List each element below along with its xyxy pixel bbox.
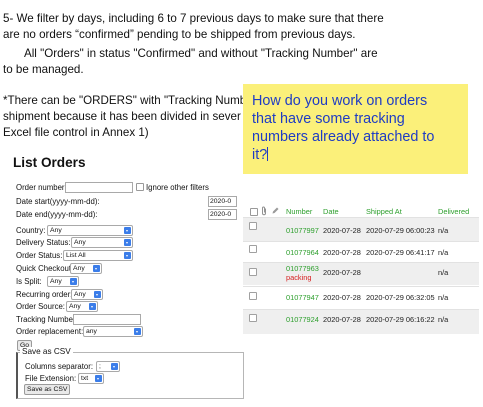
order-status-label: packing (286, 273, 312, 282)
columns-separator-label: Columns separator: (25, 362, 94, 371)
order-number-cell[interactable]: 01077963 (286, 264, 319, 273)
row-checkbox[interactable] (249, 292, 257, 300)
order-date-cell: 2020-07-28 (323, 248, 361, 257)
shipped-at-cell: 2020-07-29 06:00:23 (366, 226, 435, 235)
delivered-cell: n/a (438, 248, 449, 257)
instruction-line-3: All "Orders" in status "Confirmed" and w… (24, 47, 378, 60)
delivered-cell: n/a (438, 226, 449, 235)
recurring-order-label: Recurring order: (16, 290, 73, 299)
save-csv-button[interactable]: Save as CSV (24, 384, 71, 395)
order-number-cell[interactable]: 01077964 (286, 248, 319, 257)
instruction-line-7: Excel file control in Annex 1) (3, 126, 149, 139)
is-split-value: Any (50, 278, 62, 285)
chevron-down-icon (70, 278, 77, 285)
order-date-cell: 2020-07-28 (323, 226, 361, 235)
file-extension-value: txt (81, 375, 89, 382)
tracking-number-label: Tracking Number: (16, 315, 78, 324)
text-cursor (267, 147, 269, 161)
order-date-cell: 2020-07-28 (323, 268, 361, 277)
csv-legend: Save as CSV (20, 347, 73, 356)
column-header-date[interactable]: Date (323, 207, 339, 216)
order-status-label: Order Status: (16, 251, 63, 260)
delivery-status-label: Delivery Status: (16, 238, 71, 247)
country-value: Any (50, 227, 62, 234)
order-status-select[interactable]: List All (63, 250, 133, 261)
date-start-input[interactable]: 2020-0 (208, 196, 237, 207)
instruction-line-2: are no orders “confirmed” pending to be … (3, 28, 356, 41)
delivered-cell: n/a (438, 315, 449, 324)
select-all-checkbox[interactable] (250, 208, 258, 216)
chevron-down-icon (124, 239, 131, 246)
row-checkbox[interactable] (249, 245, 257, 253)
order-number-cell[interactable]: 01077924 (286, 315, 319, 324)
sticky-note-text: How do you work on orders that have some… (252, 93, 435, 163)
page-title: List Orders (13, 155, 86, 170)
file-extension-label: File Extension: (25, 374, 77, 383)
columns-separator-select[interactable]: ; (96, 361, 120, 372)
column-header-number[interactable]: Number (286, 207, 312, 216)
order-date-cell: 2020-07-28 (323, 315, 361, 324)
ignore-filters-label: Ignore other filters (146, 183, 209, 192)
recurring-order-value: Any (74, 291, 86, 298)
chevron-down-icon (124, 227, 131, 234)
chevron-down-icon (94, 291, 101, 298)
is-split-select[interactable]: Any (47, 276, 79, 287)
quick-checkout-select[interactable]: Any (70, 263, 102, 274)
instruction-line-5: *There can be "ORDERS" with "Tracking Nu… (3, 94, 247, 107)
column-header-shipped-at[interactable]: Shipped At (366, 207, 402, 216)
order-replacement-label: Order replacement: (16, 327, 84, 336)
sticky-note: How do you work on orders that have some… (243, 84, 468, 174)
shipped-at-cell: 2020-07-29 06:41:17 (366, 248, 435, 257)
chevron-down-icon (89, 303, 96, 310)
row-checkbox[interactable] (249, 222, 257, 230)
delivered-cell: n/a (438, 293, 449, 302)
order-source-label: Order Source: (16, 302, 65, 311)
date-end-input[interactable]: 2020-0 (208, 209, 237, 220)
instruction-line-1: 5- We filter by days, including 6 to 7 p… (3, 12, 384, 25)
paperclip-icon (262, 206, 266, 216)
order-number-label: Order number: (16, 183, 67, 192)
quick-checkout-value: Any (73, 265, 85, 272)
order-date-cell: 2020-07-28 (323, 293, 361, 302)
chevron-down-icon (95, 375, 102, 382)
order-replacement-select[interactable]: any (83, 326, 143, 337)
delivered-cell: n/a (438, 268, 449, 277)
date-end-label: Date end(yyyy-mm-dd): (16, 210, 98, 219)
instruction-line-6: shipment because it has been divided in … (3, 110, 241, 123)
order-number-input[interactable] (65, 182, 133, 193)
order-number-cell[interactable]: 01077997 (286, 226, 319, 235)
date-start-label: Date start(yyyy-mm-dd): (16, 197, 100, 206)
file-extension-select[interactable]: txt (78, 373, 104, 384)
ignore-filters-checkbox[interactable] (136, 183, 144, 191)
pencil-icon (272, 207, 279, 214)
order-status-value: List All (66, 252, 86, 259)
chevron-down-icon (93, 265, 100, 272)
chevron-down-icon (124, 252, 131, 259)
chevron-down-icon (111, 363, 118, 370)
chevron-down-icon (134, 328, 141, 335)
order-source-select[interactable]: Any (66, 301, 98, 312)
order-number-cell[interactable]: 01077947 (286, 293, 319, 302)
quick-checkout-label: Quick Checkout: (16, 264, 74, 273)
country-label: Country: (16, 226, 46, 235)
order-replacement-value: any (86, 328, 97, 335)
shipped-at-cell: 2020-07-29 06:16:22 (366, 315, 435, 324)
row-checkbox[interactable] (249, 314, 257, 322)
is-split-label: Is Split: (16, 277, 42, 286)
country-select[interactable]: Any (47, 225, 133, 236)
row-checkbox[interactable] (249, 268, 257, 276)
delivery-status-select[interactable]: Any (71, 237, 133, 248)
recurring-order-select[interactable]: Any (71, 289, 103, 300)
tracking-number-input[interactable] (73, 314, 141, 325)
order-source-value: Any (69, 303, 81, 310)
delivery-status-value: Any (74, 239, 86, 246)
column-header-delivered[interactable]: Delivered (438, 207, 469, 216)
shipped-at-cell: 2020-07-29 06:32:05 (366, 293, 435, 302)
instruction-line-4: to be managed. (3, 63, 84, 76)
columns-separator-value: ; (99, 363, 101, 370)
